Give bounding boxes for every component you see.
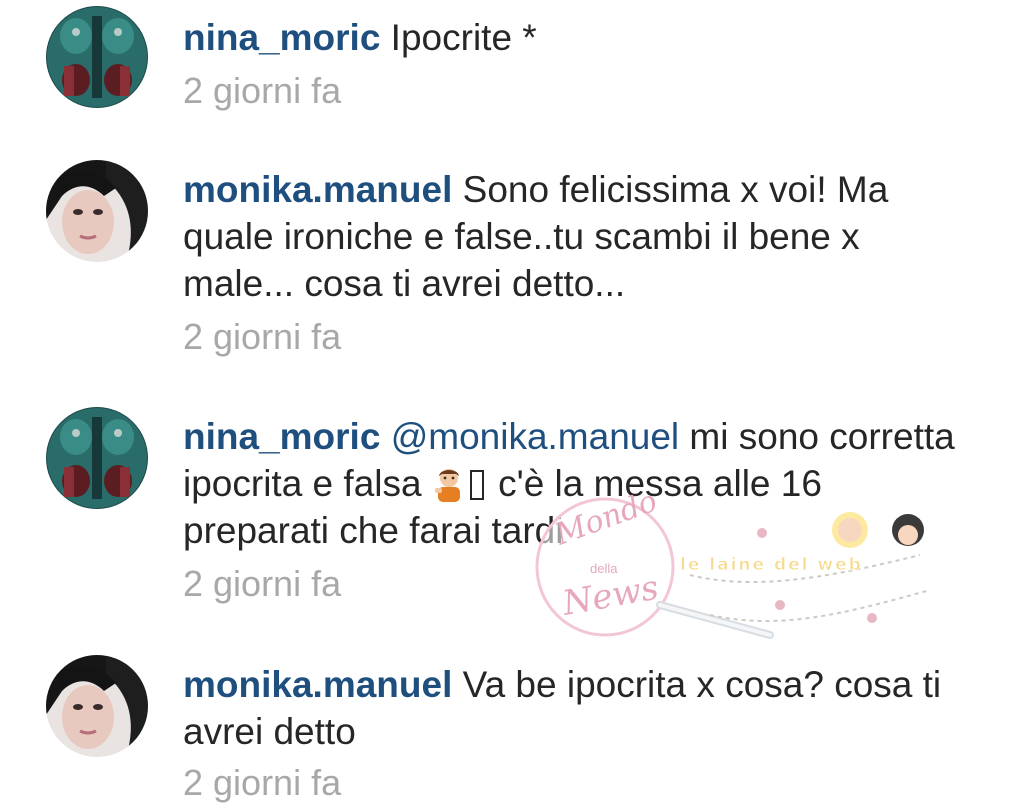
mention-link[interactable]: @monika.manuel	[391, 416, 679, 457]
watermark-text-line2: della	[590, 561, 618, 576]
comment-timestamp: 2 giorni fa	[183, 563, 342, 604]
comment-username[interactable]: nina_moric	[183, 416, 380, 457]
avatar[interactable]	[46, 160, 148, 262]
comment-username[interactable]: monika.manuel	[183, 169, 452, 210]
comment-username[interactable]: monika.manuel	[183, 664, 452, 705]
comment-username[interactable]: nina_moric	[183, 17, 380, 58]
missing-glyph-icon	[469, 470, 484, 500]
comment-timestamp: 2 giorni fa	[183, 316, 342, 357]
comments-page: nina_moric Ipocrite * 2 giorni fa monika…	[0, 0, 1024, 811]
avatar-image	[46, 160, 148, 262]
avatar[interactable]	[46, 407, 148, 509]
comment-body: nina_moric @monika.manuel mi sono corret…	[183, 413, 964, 554]
person-tipping-hand-emoji	[432, 466, 466, 502]
avatar[interactable]	[46, 655, 148, 757]
avatar[interactable]	[46, 6, 148, 108]
comment-body: monika.manuel Va be ipocrita x cosa? cos…	[183, 661, 964, 755]
comment-body: monika.manuel Sono felicissima x voi! Ma…	[183, 166, 964, 307]
avatar-image	[46, 407, 148, 509]
comment-body: nina_moric Ipocrite *	[183, 14, 964, 61]
watermark-text-line3: News	[559, 568, 662, 624]
comment-text: Ipocrite *	[380, 17, 537, 58]
avatar-image	[46, 6, 148, 108]
comment-text	[380, 416, 390, 457]
watermark-text-line4: le laine del web	[680, 555, 863, 575]
comment-timestamp: 2 giorni fa	[183, 762, 342, 803]
avatar-image	[46, 655, 148, 757]
comment-timestamp: 2 giorni fa	[183, 70, 342, 111]
